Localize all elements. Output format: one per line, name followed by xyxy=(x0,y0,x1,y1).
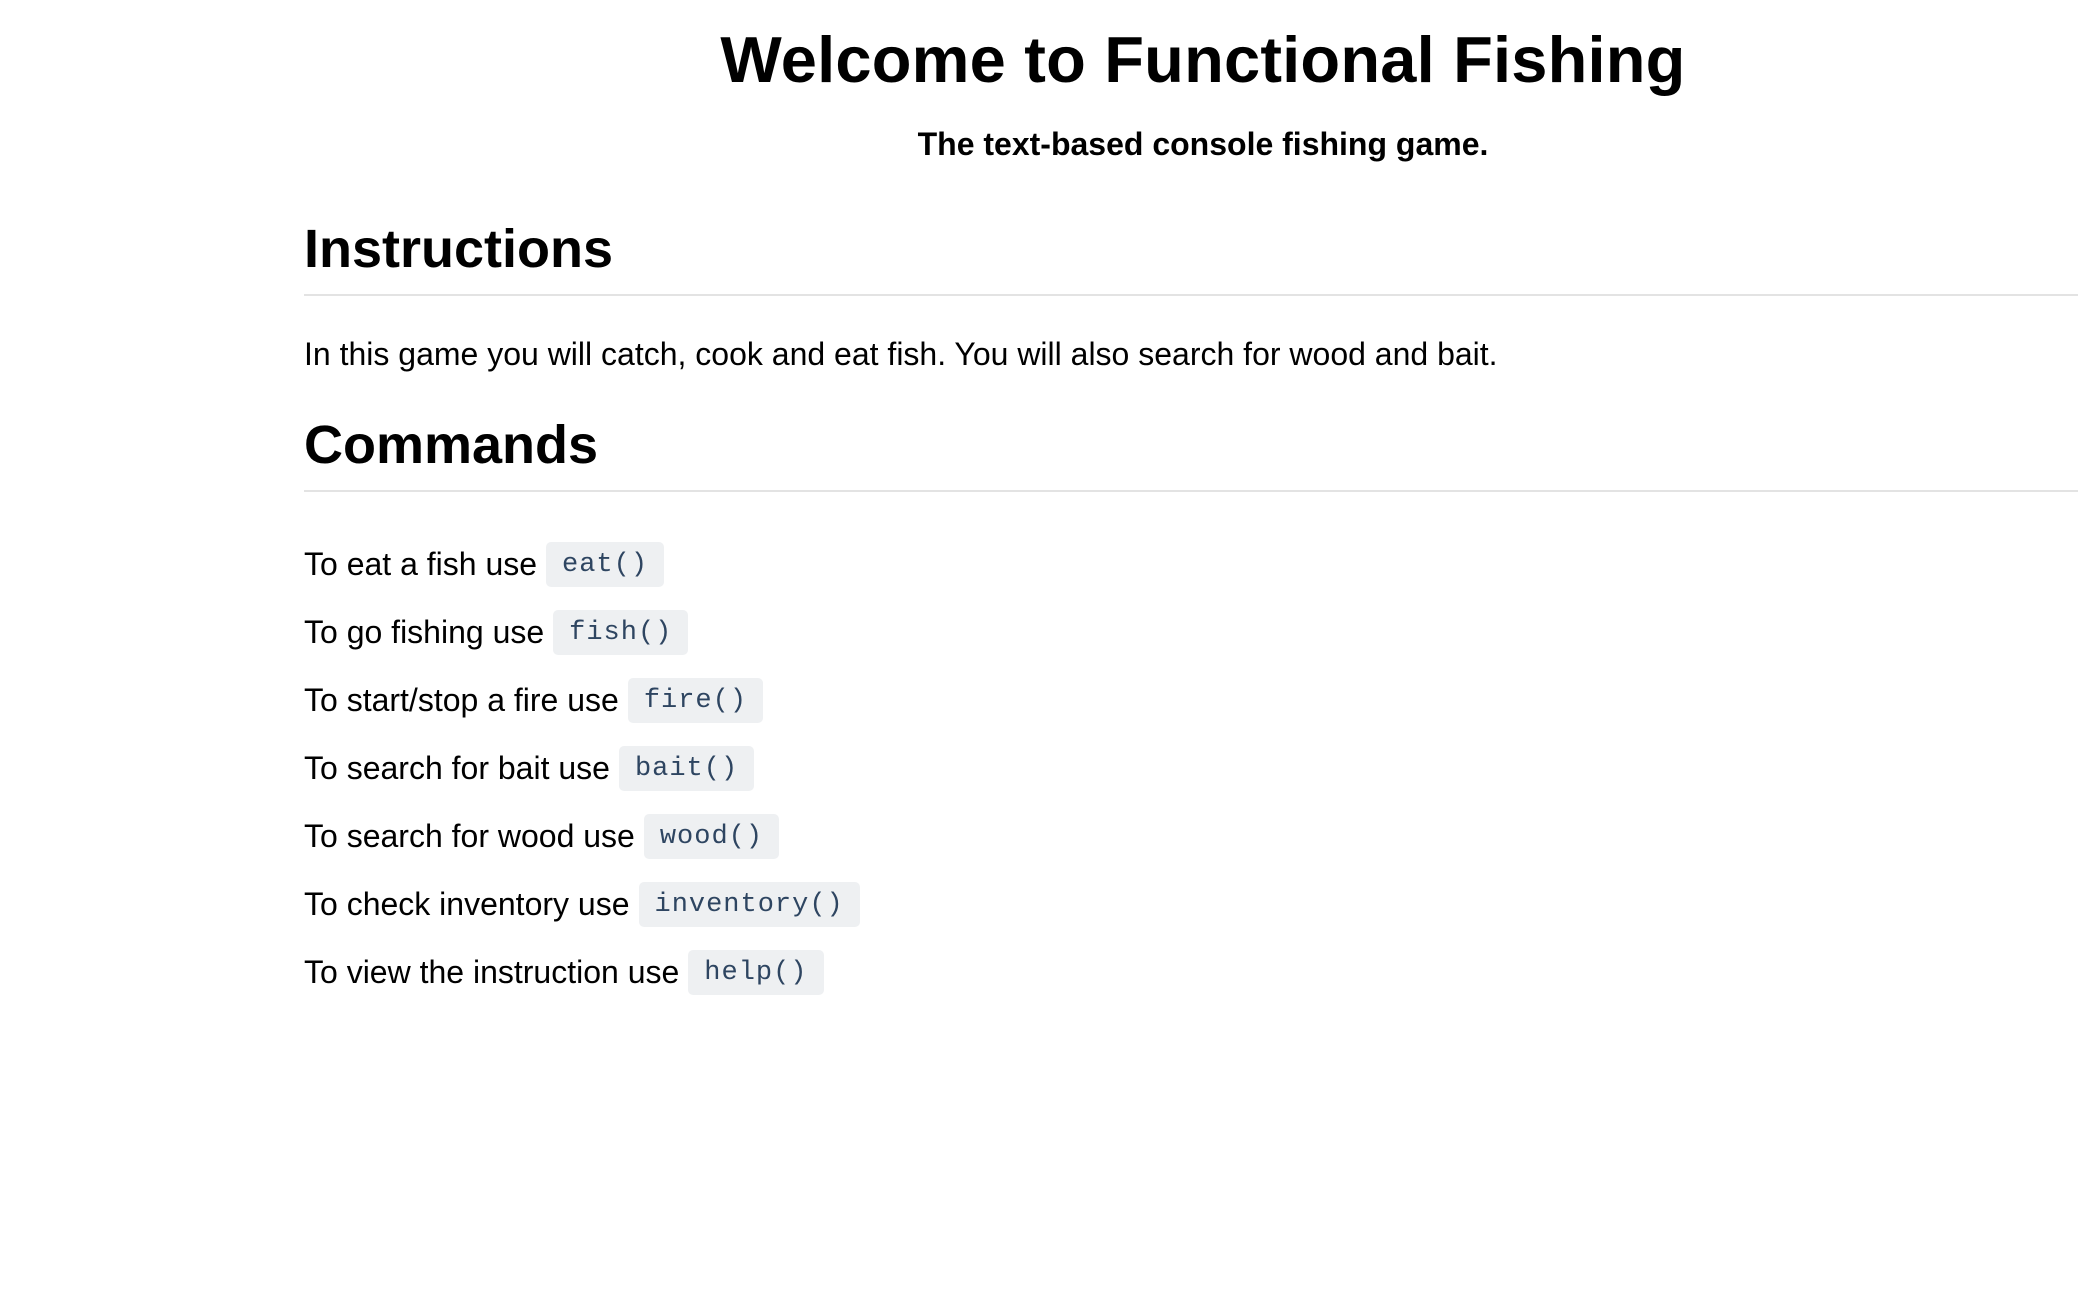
list-item: To view the instruction use help() xyxy=(304,938,2078,1006)
commands-section: Commands To eat a fish use eat() To go f… xyxy=(304,412,2078,1006)
page-subtitle: The text-based console fishing game. xyxy=(917,126,1489,162)
command-description: To check inventory use xyxy=(304,886,630,922)
list-item: To check inventory use inventory() xyxy=(304,870,2078,938)
list-item: To go fishing use fish() xyxy=(304,598,2078,666)
command-description: To view the instruction use xyxy=(304,954,680,990)
list-item: To search for bait use bait() xyxy=(304,734,2078,802)
hero-header: Welcome to Functional Fishing The text-b… xyxy=(304,18,2078,164)
list-item: To eat a fish use eat() xyxy=(304,530,2078,598)
commands-list: To eat a fish use eat() To go fishing us… xyxy=(304,530,2078,1006)
command-description: To search for bait use xyxy=(304,750,610,786)
command-code-help[interactable]: help() xyxy=(688,949,824,995)
command-code-bait[interactable]: bait() xyxy=(618,745,755,791)
command-code-fish[interactable]: fish() xyxy=(553,609,689,655)
list-item: To search for wood use wood() xyxy=(304,802,2078,870)
instructions-text: In this game you will catch, cook and ea… xyxy=(304,336,1498,372)
command-description: To start/stop a fire use xyxy=(304,682,619,718)
instructions-heading: Instructions xyxy=(304,216,2078,296)
command-code-wood[interactable]: wood() xyxy=(643,813,780,859)
command-code-fire[interactable]: fire() xyxy=(627,677,764,723)
command-description: To go fishing use xyxy=(304,614,545,650)
command-description: To eat a fish use xyxy=(304,546,538,582)
command-code-eat[interactable]: eat() xyxy=(546,541,665,587)
page-title: Welcome to Functional Fishing xyxy=(720,23,1686,96)
list-item: To start/stop a fire use fire() xyxy=(304,666,2078,734)
command-code-inventory[interactable]: inventory() xyxy=(638,881,860,927)
page: Welcome to Functional Fishing The text-b… xyxy=(0,0,2078,1298)
commands-heading: Commands xyxy=(304,412,2078,492)
command-description: To search for wood use xyxy=(304,818,635,854)
instructions-section: Instructions In this game you will catch… xyxy=(304,216,2078,374)
